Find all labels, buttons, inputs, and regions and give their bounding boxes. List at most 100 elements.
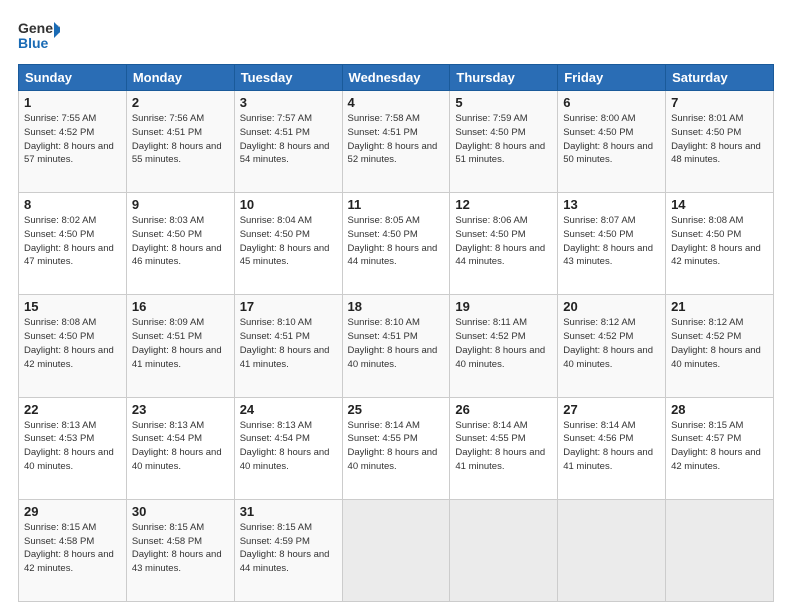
day-cell: 14 Sunrise: 8:08 AMSunset: 4:50 PMDayligh… — [666, 193, 774, 295]
day-number: 14 — [671, 197, 768, 212]
day-number: 25 — [348, 402, 445, 417]
day-cell: 4 Sunrise: 7:58 AMSunset: 4:51 PMDaylight… — [342, 91, 450, 193]
day-detail: Sunrise: 8:10 AMSunset: 4:51 PMDaylight:… — [348, 317, 438, 369]
header-cell-sunday: Sunday — [19, 65, 127, 91]
page: General Blue SundayMondayTuesdayWednesda… — [0, 0, 792, 612]
day-number: 15 — [24, 299, 121, 314]
week-row-0: 1 Sunrise: 7:55 AMSunset: 4:52 PMDaylight… — [19, 91, 774, 193]
day-number: 7 — [671, 95, 768, 110]
day-cell: 8 Sunrise: 8:02 AMSunset: 4:50 PMDaylight… — [19, 193, 127, 295]
day-detail: Sunrise: 8:12 AMSunset: 4:52 PMDaylight:… — [563, 317, 653, 369]
day-cell — [666, 499, 774, 601]
day-detail: Sunrise: 8:14 AMSunset: 4:56 PMDaylight:… — [563, 420, 653, 472]
day-detail: Sunrise: 8:15 AMSunset: 4:59 PMDaylight:… — [240, 522, 330, 574]
day-cell: 27Sunrise: 8:14 AMSunset: 4:56 PMDayligh… — [558, 397, 666, 499]
week-row-2: 15 Sunrise: 8:08 AMSunset: 4:50 PMDayligh… — [19, 295, 774, 397]
day-number: 8 — [24, 197, 121, 212]
day-cell: 17 Sunrise: 8:10 AMSunset: 4:51 PMDayligh… — [234, 295, 342, 397]
day-number: 22 — [24, 402, 121, 417]
day-number: 16 — [132, 299, 229, 314]
day-detail: Sunrise: 7:56 AMSunset: 4:51 PMDaylight:… — [132, 113, 222, 165]
day-number: 30 — [132, 504, 229, 519]
day-detail: Sunrise: 8:15 AMSunset: 4:58 PMDaylight:… — [132, 522, 222, 574]
day-number: 12 — [455, 197, 552, 212]
header-cell-saturday: Saturday — [666, 65, 774, 91]
day-detail: Sunrise: 8:15 AMSunset: 4:58 PMDaylight:… — [24, 522, 114, 574]
day-number: 13 — [563, 197, 660, 212]
day-cell: 11Sunrise: 8:05 AMSunset: 4:50 PMDayligh… — [342, 193, 450, 295]
day-number: 31 — [240, 504, 337, 519]
day-detail: Sunrise: 8:00 AMSunset: 4:50 PMDaylight:… — [563, 113, 653, 165]
day-cell: 26 Sunrise: 8:14 AMSunset: 4:55 PMDayligh… — [450, 397, 558, 499]
day-cell: 16 Sunrise: 8:09 AMSunset: 4:51 PMDayligh… — [126, 295, 234, 397]
day-cell: 15 Sunrise: 8:08 AMSunset: 4:50 PMDayligh… — [19, 295, 127, 397]
day-detail: Sunrise: 8:13 AMSunset: 4:54 PMDaylight:… — [240, 420, 330, 472]
svg-text:General: General — [18, 20, 60, 36]
day-number: 21 — [671, 299, 768, 314]
day-detail: Sunrise: 8:13 AMSunset: 4:53 PMDaylight:… — [24, 420, 114, 472]
day-detail: Sunrise: 8:07 AMSunset: 4:50 PMDaylight:… — [563, 215, 653, 267]
day-cell: 28 Sunrise: 8:15 AMSunset: 4:57 PMDayligh… — [666, 397, 774, 499]
day-cell: 29 Sunrise: 8:15 AMSunset: 4:58 PMDayligh… — [19, 499, 127, 601]
day-cell — [342, 499, 450, 601]
day-detail: Sunrise: 8:10 AMSunset: 4:51 PMDaylight:… — [240, 317, 330, 369]
day-detail: Sunrise: 8:01 AMSunset: 4:50 PMDaylight:… — [671, 113, 761, 165]
day-detail: Sunrise: 7:57 AMSunset: 4:51 PMDaylight:… — [240, 113, 330, 165]
day-detail: Sunrise: 8:06 AMSunset: 4:50 PMDaylight:… — [455, 215, 545, 267]
day-detail: Sunrise: 7:58 AMSunset: 4:51 PMDaylight:… — [348, 113, 438, 165]
logo: General Blue — [18, 18, 60, 56]
day-detail: Sunrise: 7:59 AMSunset: 4:50 PMDaylight:… — [455, 113, 545, 165]
day-cell: 5Sunrise: 7:59 AMSunset: 4:50 PMDaylight… — [450, 91, 558, 193]
day-detail: Sunrise: 8:05 AMSunset: 4:50 PMDaylight:… — [348, 215, 438, 267]
day-cell: 30 Sunrise: 8:15 AMSunset: 4:58 PMDayligh… — [126, 499, 234, 601]
day-number: 24 — [240, 402, 337, 417]
day-cell: 6Sunrise: 8:00 AMSunset: 4:50 PMDaylight… — [558, 91, 666, 193]
day-cell: 2Sunrise: 7:56 AMSunset: 4:51 PMDaylight… — [126, 91, 234, 193]
day-number: 10 — [240, 197, 337, 212]
day-number: 26 — [455, 402, 552, 417]
day-number: 28 — [671, 402, 768, 417]
day-cell: 23 Sunrise: 8:13 AMSunset: 4:54 PMDayligh… — [126, 397, 234, 499]
day-detail: Sunrise: 8:04 AMSunset: 4:50 PMDaylight:… — [240, 215, 330, 267]
day-number: 17 — [240, 299, 337, 314]
day-detail: Sunrise: 8:13 AMSunset: 4:54 PMDaylight:… — [132, 420, 222, 472]
day-number: 3 — [240, 95, 337, 110]
day-detail: Sunrise: 7:55 AMSunset: 4:52 PMDaylight:… — [24, 113, 114, 165]
day-detail: Sunrise: 8:12 AMSunset: 4:52 PMDaylight:… — [671, 317, 761, 369]
header-row: SundayMondayTuesdayWednesdayThursdayFrid… — [19, 65, 774, 91]
day-number: 9 — [132, 197, 229, 212]
header-cell-tuesday: Tuesday — [234, 65, 342, 91]
day-cell: 10 Sunrise: 8:04 AMSunset: 4:50 PMDayligh… — [234, 193, 342, 295]
day-detail: Sunrise: 8:02 AMSunset: 4:50 PMDaylight:… — [24, 215, 114, 267]
day-number: 1 — [24, 95, 121, 110]
day-cell: 19Sunrise: 8:11 AMSunset: 4:52 PMDayligh… — [450, 295, 558, 397]
day-cell: 31 Sunrise: 8:15 AMSunset: 4:59 PMDayligh… — [234, 499, 342, 601]
day-cell: 3 Sunrise: 7:57 AMSunset: 4:51 PMDaylight… — [234, 91, 342, 193]
day-cell: 25 Sunrise: 8:14 AMSunset: 4:55 PMDayligh… — [342, 397, 450, 499]
day-cell — [558, 499, 666, 601]
week-row-3: 22 Sunrise: 8:13 AMSunset: 4:53 PMDayligh… — [19, 397, 774, 499]
day-number: 29 — [24, 504, 121, 519]
day-detail: Sunrise: 8:08 AMSunset: 4:50 PMDaylight:… — [671, 215, 761, 267]
day-detail: Sunrise: 8:15 AMSunset: 4:57 PMDaylight:… — [671, 420, 761, 472]
calendar-table: SundayMondayTuesdayWednesdayThursdayFrid… — [18, 64, 774, 602]
day-detail: Sunrise: 8:14 AMSunset: 4:55 PMDaylight:… — [455, 420, 545, 472]
day-detail: Sunrise: 8:14 AMSunset: 4:55 PMDaylight:… — [348, 420, 438, 472]
week-row-1: 8 Sunrise: 8:02 AMSunset: 4:50 PMDaylight… — [19, 193, 774, 295]
week-row-4: 29 Sunrise: 8:15 AMSunset: 4:58 PMDayligh… — [19, 499, 774, 601]
day-cell: 12 Sunrise: 8:06 AMSunset: 4:50 PMDayligh… — [450, 193, 558, 295]
day-detail: Sunrise: 8:08 AMSunset: 4:50 PMDaylight:… — [24, 317, 114, 369]
day-number: 20 — [563, 299, 660, 314]
day-cell: 22 Sunrise: 8:13 AMSunset: 4:53 PMDayligh… — [19, 397, 127, 499]
day-cell: 13 Sunrise: 8:07 AMSunset: 4:50 PMDayligh… — [558, 193, 666, 295]
day-detail: Sunrise: 8:09 AMSunset: 4:51 PMDaylight:… — [132, 317, 222, 369]
day-cell: 24 Sunrise: 8:13 AMSunset: 4:54 PMDayligh… — [234, 397, 342, 499]
day-number: 23 — [132, 402, 229, 417]
day-number: 4 — [348, 95, 445, 110]
day-cell — [450, 499, 558, 601]
day-number: 18 — [348, 299, 445, 314]
day-cell: 9Sunrise: 8:03 AMSunset: 4:50 PMDaylight… — [126, 193, 234, 295]
header-cell-thursday: Thursday — [450, 65, 558, 91]
day-detail: Sunrise: 8:11 AMSunset: 4:52 PMDaylight:… — [455, 317, 545, 369]
day-cell: 1 Sunrise: 7:55 AMSunset: 4:52 PMDaylight… — [19, 91, 127, 193]
